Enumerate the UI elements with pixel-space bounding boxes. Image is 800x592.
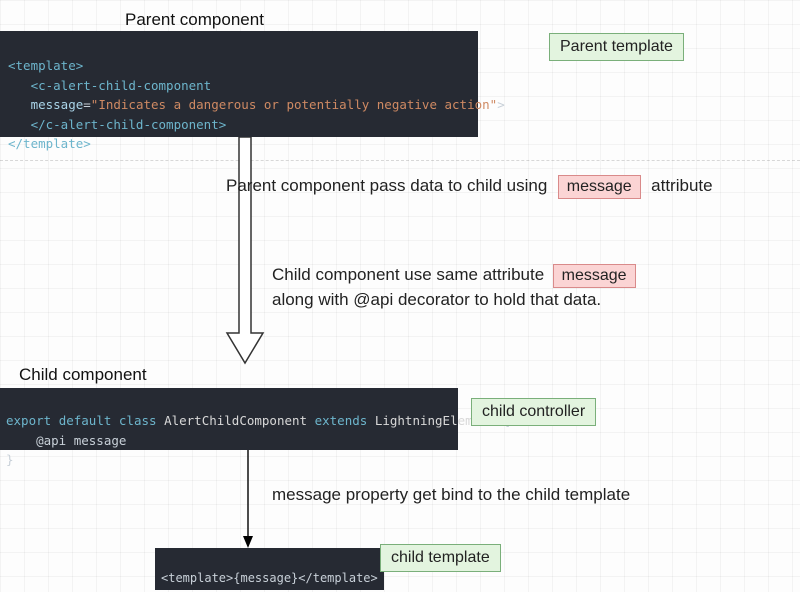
annotation-child-same-attr: Child component use same attribute messa… xyxy=(272,263,772,312)
annotation-text: Child component use same attribute xyxy=(272,265,544,284)
code-token: </c-alert-child-component> xyxy=(31,117,227,132)
code-token: <c-alert-child-component xyxy=(31,78,212,93)
code-token: <template>{message}</template> xyxy=(161,571,378,585)
arrow-controller-to-template xyxy=(240,450,256,550)
parent-component-title: Parent component xyxy=(125,10,264,30)
child-template-code: <template>{message}</template> xyxy=(155,548,384,590)
annotation-text: along with @api decorator to hold that d… xyxy=(272,288,772,312)
code-token: export xyxy=(6,413,51,428)
child-controller-code: export default class AlertChildComponent… xyxy=(0,388,458,450)
child-controller-badge: child controller xyxy=(471,398,596,426)
code-token: <template> xyxy=(8,58,83,73)
annotation-text: attribute xyxy=(651,176,712,195)
code-token: class xyxy=(119,413,157,428)
code-token: AlertChildComponent xyxy=(164,413,307,428)
message-attribute-badge: message xyxy=(558,175,641,199)
annotation-parent-pass: Parent component pass data to child usin… xyxy=(226,174,713,199)
code-token: default xyxy=(59,413,112,428)
arrow-parent-to-child xyxy=(225,137,265,365)
child-component-title: Child component xyxy=(19,365,147,385)
code-token: </template> xyxy=(8,136,91,151)
annotation-text: Parent component pass data to child usin… xyxy=(226,176,547,195)
parent-template-code: <template> <c-alert-child-component mess… xyxy=(0,31,478,137)
code-token: message xyxy=(31,97,84,112)
parent-template-badge: Parent template xyxy=(549,33,684,61)
code-token: extends xyxy=(315,413,368,428)
child-template-badge: child template xyxy=(380,544,501,572)
annotation-bind-template: message property get bind to the child t… xyxy=(272,483,630,507)
code-token: "Indicates a dangerous or potentially ne… xyxy=(91,97,497,112)
code-token: @api message xyxy=(6,433,126,448)
separator-line xyxy=(0,160,800,161)
code-token: } xyxy=(6,452,14,467)
message-attribute-badge: message xyxy=(553,264,636,288)
